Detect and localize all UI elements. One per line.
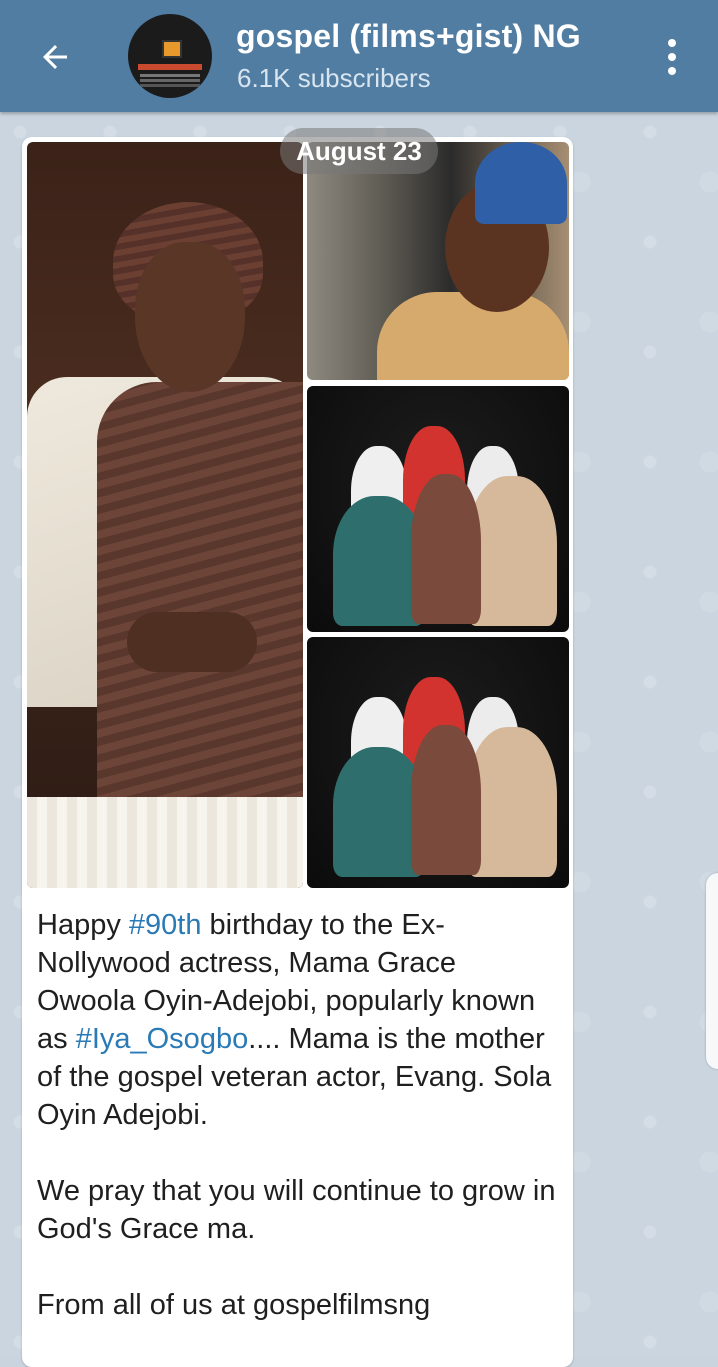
channel-title[interactable]: gospel (films+gist) NG [236, 18, 581, 55]
channel-avatar[interactable] [128, 14, 212, 98]
more-menu-button[interactable] [652, 30, 692, 84]
photo-shape [27, 797, 303, 888]
avatar-lines [140, 74, 200, 77]
arrow-left-icon [43, 45, 67, 69]
caption-text: Happy [37, 909, 129, 941]
caption-paragraph: From all of us at gospelfilmsng [37, 1289, 431, 1321]
subscriber-count: 6.1K subscribers [237, 63, 431, 93]
channel-avatar-icon [162, 40, 182, 58]
more-vertical-icon [668, 39, 676, 47]
photo-shape [127, 612, 257, 672]
message-caption: Happy #90th birthday to the Ex-Nollywood… [37, 906, 562, 1324]
date-pill: August 23 [280, 128, 438, 174]
caption-paragraph: We pray that you will continue to grow i… [37, 1175, 556, 1245]
hashtag-link[interactable]: #Iya_Osogbo [76, 1023, 249, 1055]
photo-family-group-1[interactable] [307, 386, 569, 632]
photo-shape [411, 474, 481, 624]
hashtag-link[interactable]: #90th [129, 909, 202, 941]
photo-shape [135, 242, 245, 392]
photo-shape [411, 725, 481, 875]
channel-header: gospel (films+gist) NG 6.1K subscribers [0, 0, 718, 112]
menu-dot [668, 67, 676, 75]
photo-elderly-woman[interactable] [27, 142, 303, 888]
menu-dot [668, 53, 676, 61]
back-button[interactable] [28, 30, 82, 84]
side-scroll-handle[interactable] [706, 873, 718, 1069]
caption-paragraph: Happy #90th birthday to the Ex-Nollywood… [37, 906, 562, 1134]
avatar-banner [138, 64, 202, 70]
photo-family-group-2[interactable] [307, 637, 569, 888]
photo-shape [475, 142, 567, 224]
photo-man-in-cap[interactable] [307, 142, 569, 380]
